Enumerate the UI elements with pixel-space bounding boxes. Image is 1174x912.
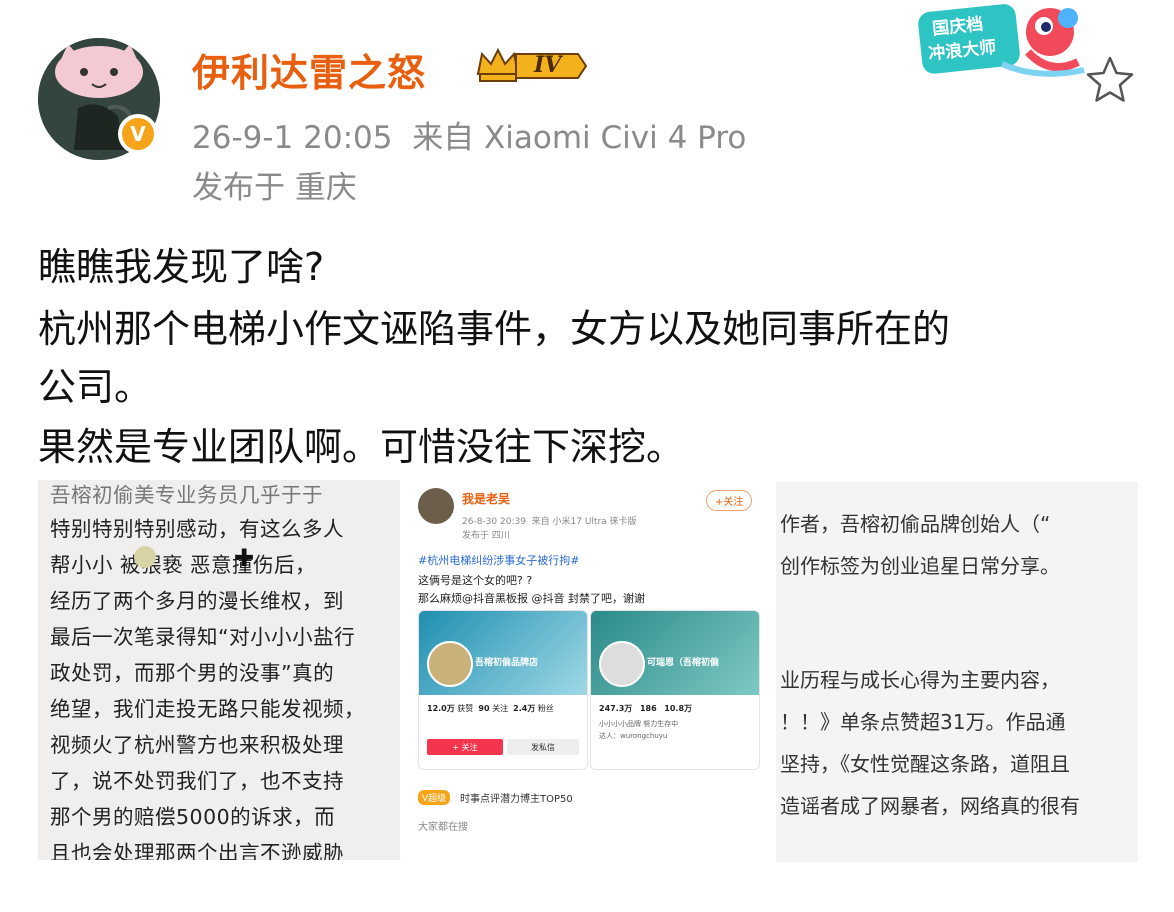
profile-card-right: 可瑞恩（吾榕初偷 247.3万 186 10.8万 小小小小品牌 努力生存中 达… (590, 610, 760, 770)
post-text-line: 这俩号是这个女的吧? ? (418, 574, 533, 587)
verified-badge-icon: V (118, 114, 158, 154)
image-text-line: 坚持，《女性觉醒这条路，道阻且 (780, 752, 1070, 776)
post-image-2[interactable]: 我是老吴 26-8-30 20:39 来自 小米17 Ultra 徕卡版 发布于… (410, 482, 766, 862)
username[interactable]: 伊利达雷之怒 (192, 42, 426, 97)
post-text-line: 那么麻烦@抖音黑板报 @抖音 封禁了吧，谢谢 (418, 592, 645, 605)
post-meta-time-source: 26-9-1 20:05 来自 Xiaomi Civi 4 Pro (192, 112, 746, 157)
image-text-line: 创作标签为创业追星日常分享。 (780, 554, 1060, 578)
profile-follow-button: + 关注 (427, 739, 503, 755)
emoji-icon (134, 546, 156, 568)
image-text-line: 最后一次笔录得知“对小小小盐行 (50, 625, 356, 649)
tag-badge: V超级 (418, 790, 451, 805)
plus-icon: ✚ (234, 544, 255, 572)
crown-icon (476, 47, 588, 82)
image-text-line: ！！》单条点赞超31万。作品通 (780, 710, 1066, 734)
location: 发布于 四川 (462, 531, 510, 541)
timestamp: 26-9-1 20:05 (192, 120, 393, 156)
profile-avatar (599, 641, 645, 687)
source[interactable]: 来自 Xiaomi Civi 4 Pro (412, 120, 746, 156)
profile-stats: 12.0万 获赞 90 关注 2.4万 粉丝 (427, 704, 554, 713)
campaign-badge[interactable]: 国庆档 冲浪大师 (918, 2, 1088, 80)
avatar (418, 488, 454, 524)
follow-button: +关注 (706, 490, 753, 511)
level-label: IV (534, 52, 562, 78)
image-text-line: 政处罚，而那个男的没事”真的 (50, 661, 335, 685)
image-text-line: 绝望，我们走投无路只能发视频， (50, 697, 365, 721)
post-text-line: 杭州那个电梯小作文诬陷事件，女方以及她同事所在的 (38, 307, 951, 351)
profile-stats: 247.3万 186 10.8万 (599, 704, 693, 713)
image-text-line: 作者，吾榕初偷品牌创始人（“ (780, 512, 1051, 536)
post-text-line: 果然是专业团队啊。可惜没往下深挖。 (38, 425, 685, 469)
image-text-line: 经历了两个多月的漫长维权，到 (50, 589, 344, 613)
profile-bio: 小小小小品牌 努力生存中 (599, 720, 679, 728)
image-text-line: 业历程与成长心得为主要内容， (780, 668, 1060, 692)
topic-link: #杭州电梯纠纷涉事女子被行拘# (418, 554, 580, 567)
post-image-3[interactable]: 作者，吾榕初偷品牌创始人（“ 创作标签为创业追星日常分享。 业历程与成长心得为主… (776, 482, 1138, 862)
image-text-line: 了，说不处罚我们了，也不支持 (50, 769, 344, 793)
image-text-line: 且也会处理那两个出言不逊威胁 (50, 841, 344, 860)
location: 发布于 重庆 (192, 170, 357, 206)
profile-name: 吾榕初偷品牌店 (475, 658, 539, 668)
image-text-line: 特别特别特别感动，有这么多人 (50, 517, 344, 541)
profile-message-button: 发私信 (507, 739, 579, 755)
image-text-line: 帮小小 被猥亵 恶意撞伤后， (50, 553, 317, 577)
image-text-line: 吾榕初偷美专业务员几乎于于 (50, 483, 323, 507)
username: 我是老吴 (462, 492, 511, 506)
level-badge[interactable]: IV (474, 44, 590, 84)
footer-text: 大家都在搜 (418, 822, 468, 833)
post-text-line: 瞧瞧我发现了啥? (38, 245, 325, 289)
image-text-line: 那个男的赔偿5000的诉求，而 (50, 805, 336, 829)
image-text-line: 视频火了杭州警方也来积极处理 (50, 733, 344, 757)
profile-name: 可瑞恩（吾榕初偷 (647, 658, 720, 668)
profile-bio: 达人：wurongchuyu (599, 732, 668, 740)
post-text-line: 公司。 (38, 365, 153, 409)
profile-card-left: 吾榕初偷品牌店 12.0万 获赞 90 关注 2.4万 粉丝 + 关注 发私信 (418, 610, 588, 770)
post-image-1[interactable]: 吾榕初偷美专业务员几乎于于 特别特别特别感动，有这么多人 帮小小 被猥亵 恶意撞… (38, 480, 400, 860)
favorite-star-icon[interactable] (1084, 54, 1136, 106)
image-text-line: 造谣者成了网暴者，网络真的很有 (780, 794, 1080, 818)
tag-text: 时事点评潜力博主TOP50 (460, 794, 573, 805)
profile-avatar (427, 641, 473, 687)
timestamp: 26-8-30 20:39 来自 小米17 Ultra 徕卡版 (462, 517, 637, 527)
